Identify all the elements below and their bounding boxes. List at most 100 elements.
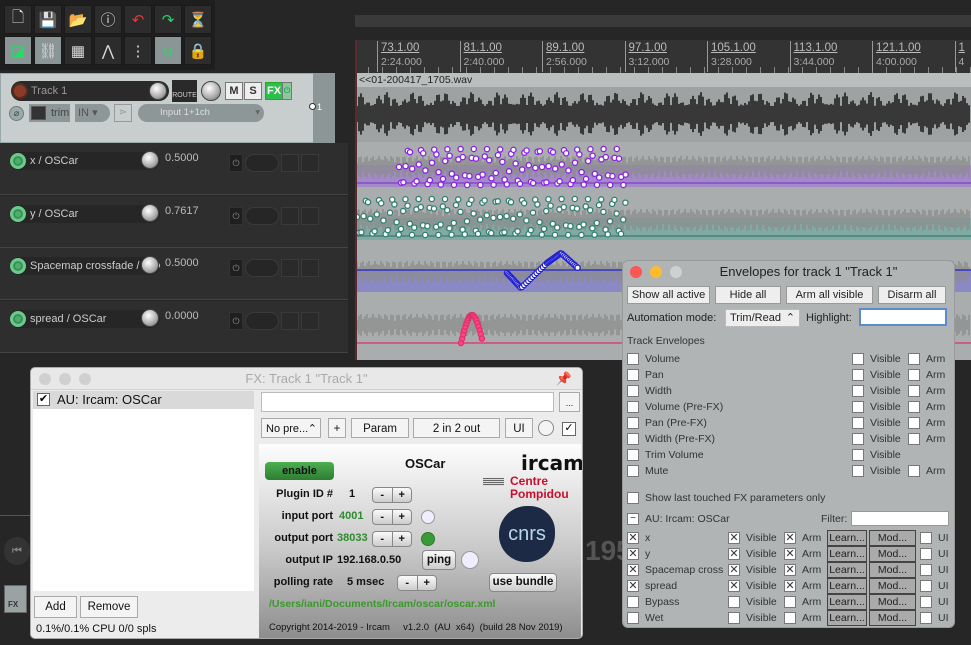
envelope-name[interactable]: y / OSCar — [10, 204, 160, 223]
envelopes-window-titlebar[interactable]: Envelopes for track 1 "Track 1" — [623, 261, 954, 283]
envelope-value-knob[interactable] — [141, 151, 159, 169]
metronome-icon[interactable]: ⏳ — [184, 5, 212, 34]
envelope-active-checkbox[interactable] — [627, 385, 639, 397]
show-all-active-button[interactable]: Show all active — [627, 286, 710, 304]
media-item-name[interactable]: <<01-200417_1705.wav — [357, 73, 971, 87]
ui-checkbox[interactable] — [920, 532, 932, 544]
minimize-button[interactable] — [650, 266, 662, 278]
learn-button[interactable]: Learn... — [827, 594, 867, 610]
increment-button[interactable]: + — [391, 532, 412, 546]
visible-checkbox[interactable]: ✕ — [728, 564, 740, 576]
fx-enable-checkbox[interactable]: ✔ — [37, 393, 50, 406]
automation-mode-select[interactable]: Trim/Read ⌃ — [725, 309, 800, 327]
last-touched-checkbox[interactable] — [627, 492, 639, 504]
envelope-lane[interactable]: spread / OSCar 0.0000 ⏻ — [0, 300, 348, 353]
envelope-name[interactable]: Spacemap crossfade / OSCar — [10, 257, 160, 275]
arm-checkbox[interactable] — [908, 417, 920, 429]
pan-knob[interactable] — [201, 81, 221, 101]
polling-rate-stepper[interactable]: - + — [397, 575, 437, 591]
envelope-lane[interactable]: x / OSCar 0.5000 ⏻ — [0, 143, 348, 195]
output-port-stepper[interactable]: - + — [372, 531, 412, 547]
curve-icon[interactable] — [281, 259, 299, 277]
input-monitor-button[interactable]: IN ▾ — [75, 104, 110, 122]
param-active-checkbox[interactable]: ✕ — [627, 580, 639, 592]
knob-icon[interactable] — [301, 154, 319, 172]
param-active-checkbox[interactable] — [627, 612, 639, 624]
envelope-active-checkbox[interactable] — [627, 353, 639, 365]
redo-icon[interactable]: ↷ — [154, 5, 182, 34]
ui-button[interactable]: UI — [505, 418, 533, 438]
collapse-icon[interactable]: − — [627, 513, 639, 525]
enable-button[interactable]: enable — [265, 462, 334, 480]
param-active-checkbox[interactable] — [627, 596, 639, 608]
ui-checkbox[interactable] — [920, 564, 932, 576]
folder-handle-icon[interactable] — [309, 103, 316, 110]
decrement-button[interactable]: - — [398, 576, 417, 590]
mod-button[interactable]: Mod... — [869, 530, 916, 546]
output-ip-value[interactable]: 192.168.0.50 — [337, 554, 401, 566]
timeline-scroll-bar[interactable] — [355, 15, 971, 27]
arm-checkbox[interactable] — [908, 465, 920, 477]
envelope-settings-button[interactable] — [245, 206, 279, 225]
track-header[interactable]: Track 1 ROUTE M S FX ⏻ ⌀ trim IN ▾ ⋗ Inp… — [0, 73, 335, 143]
fx-bypass-icon[interactable]: ⏻ — [282, 82, 292, 100]
arm-checkbox[interactable] — [908, 353, 920, 365]
fx-chain-list[interactable]: ✔ AU: Ircam: OSCar — [33, 391, 254, 591]
curve-icon[interactable] — [281, 311, 299, 330]
curve-icon[interactable] — [281, 154, 299, 172]
mod-button[interactable]: Mod... — [869, 610, 916, 626]
visible-checkbox[interactable] — [852, 417, 864, 429]
arm-checkbox[interactable]: ✕ — [784, 580, 796, 592]
arm-checkbox[interactable] — [784, 596, 796, 608]
route-button[interactable]: ROUTE — [172, 80, 197, 102]
visible-checkbox[interactable]: ✕ — [728, 548, 740, 560]
envelope-active-checkbox[interactable] — [627, 417, 639, 429]
fx-window-titlebar[interactable]: FX: Track 1 "Track 1" 📌 — [31, 368, 582, 390]
learn-button[interactable]: Learn... — [827, 610, 867, 626]
learn-button[interactable]: Learn... — [827, 578, 867, 594]
highlight-input[interactable] — [859, 308, 947, 326]
envelope-settings-button[interactable] — [245, 259, 279, 277]
disarm-all-button[interactable]: Disarm all — [878, 286, 946, 304]
volume-knob[interactable] — [149, 82, 167, 100]
arm-checkbox[interactable]: ✕ — [784, 532, 796, 544]
envelope-name[interactable]: spread / OSCar — [10, 309, 160, 328]
power-icon[interactable]: ⏻ — [229, 154, 243, 172]
open-project-icon[interactable]: 📂 — [64, 5, 92, 34]
increment-button[interactable]: + — [391, 488, 412, 502]
save-project-icon[interactable]: 💾 — [34, 5, 62, 34]
envelope-active-checkbox[interactable] — [627, 401, 639, 413]
undo-icon[interactable]: ↶ — [124, 5, 152, 34]
snap-icon[interactable]: ◪ — [4, 36, 32, 65]
envelope-settings-button[interactable] — [245, 154, 279, 172]
knob-icon[interactable] — [301, 311, 319, 330]
arm-all-visible-button[interactable]: Arm all visible — [786, 286, 873, 304]
preset-select[interactable]: No pre... ⌃ — [261, 418, 321, 438]
envelope-value-knob[interactable] — [141, 308, 159, 327]
envelope-bypass-icon[interactable] — [10, 153, 26, 169]
curve-icon[interactable] — [281, 206, 299, 225]
visible-checkbox[interactable] — [852, 433, 864, 445]
ui-checkbox[interactable] — [920, 612, 932, 624]
envelope-bypass-icon[interactable] — [10, 205, 26, 222]
more-options-button[interactable]: ... — [559, 392, 580, 412]
ui-checkbox[interactable] — [920, 596, 932, 608]
filter-input[interactable] — [851, 511, 949, 526]
arm-checkbox[interactable] — [908, 369, 920, 381]
knob-icon[interactable] — [301, 259, 319, 277]
routing-icon[interactable]: ⋗ — [114, 104, 132, 122]
ping-button[interactable]: ping — [422, 550, 456, 570]
learn-button[interactable]: Learn... — [827, 546, 867, 562]
lock-icon[interactable]: 🔒 — [184, 36, 212, 65]
visible-checkbox[interactable] — [852, 465, 864, 477]
visible-checkbox[interactable] — [852, 401, 864, 413]
close-button[interactable] — [630, 266, 642, 278]
ui-checkbox[interactable] — [920, 548, 932, 560]
timeline-ruler[interactable]: 73.1.00 2:24.000 81.1.00 2:40.000 89.1.00 2:5… — [355, 40, 971, 73]
visible-checkbox[interactable]: ✕ — [728, 532, 740, 544]
mod-button[interactable]: Mod... — [869, 578, 916, 594]
arm-checkbox[interactable] — [784, 612, 796, 624]
zoom-button[interactable] — [79, 373, 91, 385]
arm-checkbox[interactable]: ✕ — [784, 564, 796, 576]
new-project-icon[interactable]: 🗋 — [4, 5, 32, 34]
